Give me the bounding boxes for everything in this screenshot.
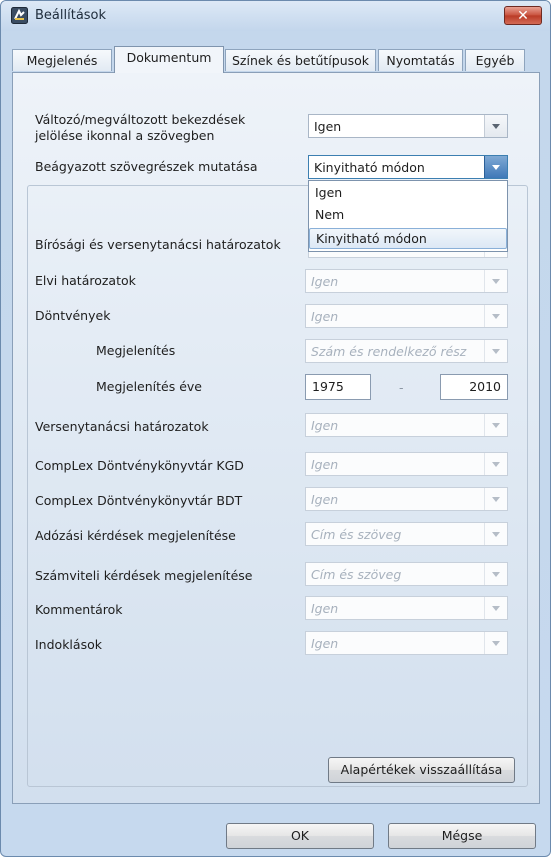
chevron-down-icon[interactable] bbox=[484, 156, 507, 178]
dropdown-option-igen[interactable]: Igen bbox=[309, 183, 507, 204]
setting-combo-elvi[interactable]: Igen bbox=[305, 269, 508, 293]
chevron-down-icon[interactable] bbox=[484, 340, 507, 362]
chevron-down-icon[interactable] bbox=[484, 597, 507, 619]
setting-label-kgd: CompLex Döntvénykönyvtár KGD bbox=[35, 458, 244, 473]
setting-label-megjelenites: Megjelenítés bbox=[96, 343, 176, 358]
setting-label-elvi: Elvi határozatok bbox=[35, 273, 136, 288]
setting-combo-megjelenites[interactable]: Szám és rendelkező rész bbox=[305, 339, 508, 363]
marking-label-line1: Változó/megváltozott bekezdések bbox=[35, 112, 246, 127]
setting-label-indoklasok: Indoklások bbox=[35, 637, 102, 652]
setting-combo-kgd[interactable]: Igen bbox=[305, 452, 508, 476]
setting-value-elvi: Igen bbox=[311, 274, 339, 289]
app-icon bbox=[11, 7, 28, 24]
chevron-down-icon[interactable] bbox=[484, 453, 507, 475]
year-to-input[interactable]: 2010 bbox=[440, 374, 508, 400]
reset-defaults-button[interactable]: Alapértékek visszaállítása bbox=[328, 757, 515, 783]
embedded-combo[interactable]: Kinyitható módon bbox=[308, 155, 508, 179]
settings-window: Beállítások ✕ Megjelenés Dokumentum Szín… bbox=[0, 0, 551, 857]
tab-egyeb[interactable]: Egyéb bbox=[465, 49, 525, 71]
embedded-dropdown-list: Igen Nem Kinyitható módon bbox=[308, 180, 508, 252]
chevron-down-icon[interactable] bbox=[484, 632, 507, 654]
chevron-down-icon[interactable] bbox=[484, 270, 507, 292]
setting-value-bdt: Igen bbox=[311, 492, 339, 507]
title-bar[interactable]: Beállítások ✕ bbox=[1, 1, 550, 31]
tab-dokumentum[interactable]: Dokumentum bbox=[114, 46, 224, 73]
setting-value-versenytanacsi: Igen bbox=[311, 418, 339, 433]
setting-combo-bdt[interactable]: Igen bbox=[305, 487, 508, 511]
setting-label-adozasi: Adózási kérdések megjelenítése bbox=[35, 528, 236, 543]
setting-value-kgd: Igen bbox=[311, 457, 339, 472]
embedded-label: Beágyazott szövegrészek mutatása bbox=[35, 159, 258, 174]
marking-combo[interactable]: Igen bbox=[308, 114, 508, 138]
setting-value-megjelenites: Szám és rendelkező rész bbox=[311, 344, 467, 359]
setting-combo-versenytanacsi[interactable]: Igen bbox=[305, 413, 508, 437]
chevron-down-icon[interactable] bbox=[484, 305, 507, 327]
chevron-down-icon[interactable] bbox=[484, 488, 507, 510]
setting-combo-szamviteli[interactable]: Cím és szöveg bbox=[305, 562, 508, 586]
close-icon: ✕ bbox=[517, 8, 529, 24]
setting-value-dontvenyek: Igen bbox=[311, 309, 339, 324]
setting-value-szamviteli: Cím és szöveg bbox=[311, 567, 402, 582]
chevron-down-icon[interactable] bbox=[484, 414, 507, 436]
setting-combo-indoklasok[interactable]: Igen bbox=[305, 631, 508, 655]
year-from-input[interactable]: 1975 bbox=[305, 374, 371, 400]
setting-value-adozasi: Cím és szöveg bbox=[311, 527, 402, 542]
year-separator: - bbox=[399, 380, 404, 395]
setting-combo-dontvenyek[interactable]: Igen bbox=[305, 304, 508, 328]
ok-button[interactable]: OK bbox=[226, 823, 374, 849]
marking-label-line2: jelölése ikonnal a szövegben bbox=[35, 128, 215, 143]
setting-label-birosagi: Bírósági és versenytanácsi határozatok bbox=[35, 237, 281, 252]
chevron-down-icon[interactable] bbox=[484, 563, 507, 585]
setting-label-szamviteli: Számviteli kérdések megjelenítése bbox=[35, 568, 253, 583]
setting-value-kommentarok: Igen bbox=[311, 601, 339, 616]
tab-megjelenes[interactable]: Megjelenés bbox=[12, 49, 112, 71]
embedded-value: Kinyitható módon bbox=[314, 160, 425, 175]
tab-strip: Megjelenés Dokumentum Színek és betűtípu… bbox=[12, 46, 540, 73]
setting-label-kommentarok: Kommentárok bbox=[35, 602, 123, 617]
close-button[interactable]: ✕ bbox=[504, 6, 542, 25]
setting-combo-kommentarok[interactable]: Igen bbox=[305, 596, 508, 620]
setting-label-bdt: CompLex Döntvénykönyvtár BDT bbox=[35, 493, 243, 508]
setting-value-indoklasok: Igen bbox=[311, 636, 339, 651]
dropdown-option-nem[interactable]: Nem bbox=[309, 205, 507, 226]
setting-label-versenytanacsi: Versenytanácsi határozatok bbox=[35, 419, 209, 434]
setting-combo-adozasi[interactable]: Cím és szöveg bbox=[305, 522, 508, 546]
cancel-button[interactable]: Mégse bbox=[388, 823, 536, 849]
dropdown-option-kinyithato[interactable]: Kinyitható módon bbox=[309, 228, 507, 249]
marking-value: Igen bbox=[314, 119, 342, 134]
setting-label-dontvenyek: Döntvények bbox=[35, 308, 111, 323]
tab-nyomtatas[interactable]: Nyomtatás bbox=[378, 49, 463, 71]
window-title: Beállítások bbox=[35, 8, 107, 23]
chevron-down-icon[interactable] bbox=[484, 523, 507, 545]
chevron-down-icon[interactable] bbox=[484, 115, 507, 137]
tab-szinek-es-betutipusok[interactable]: Színek és betűtípusok bbox=[225, 49, 376, 71]
setting-label-megjelenites-eve: Megjelenítés éve bbox=[96, 379, 202, 394]
marking-label: Változó/megváltozott bekezdések jelölése… bbox=[35, 112, 245, 144]
